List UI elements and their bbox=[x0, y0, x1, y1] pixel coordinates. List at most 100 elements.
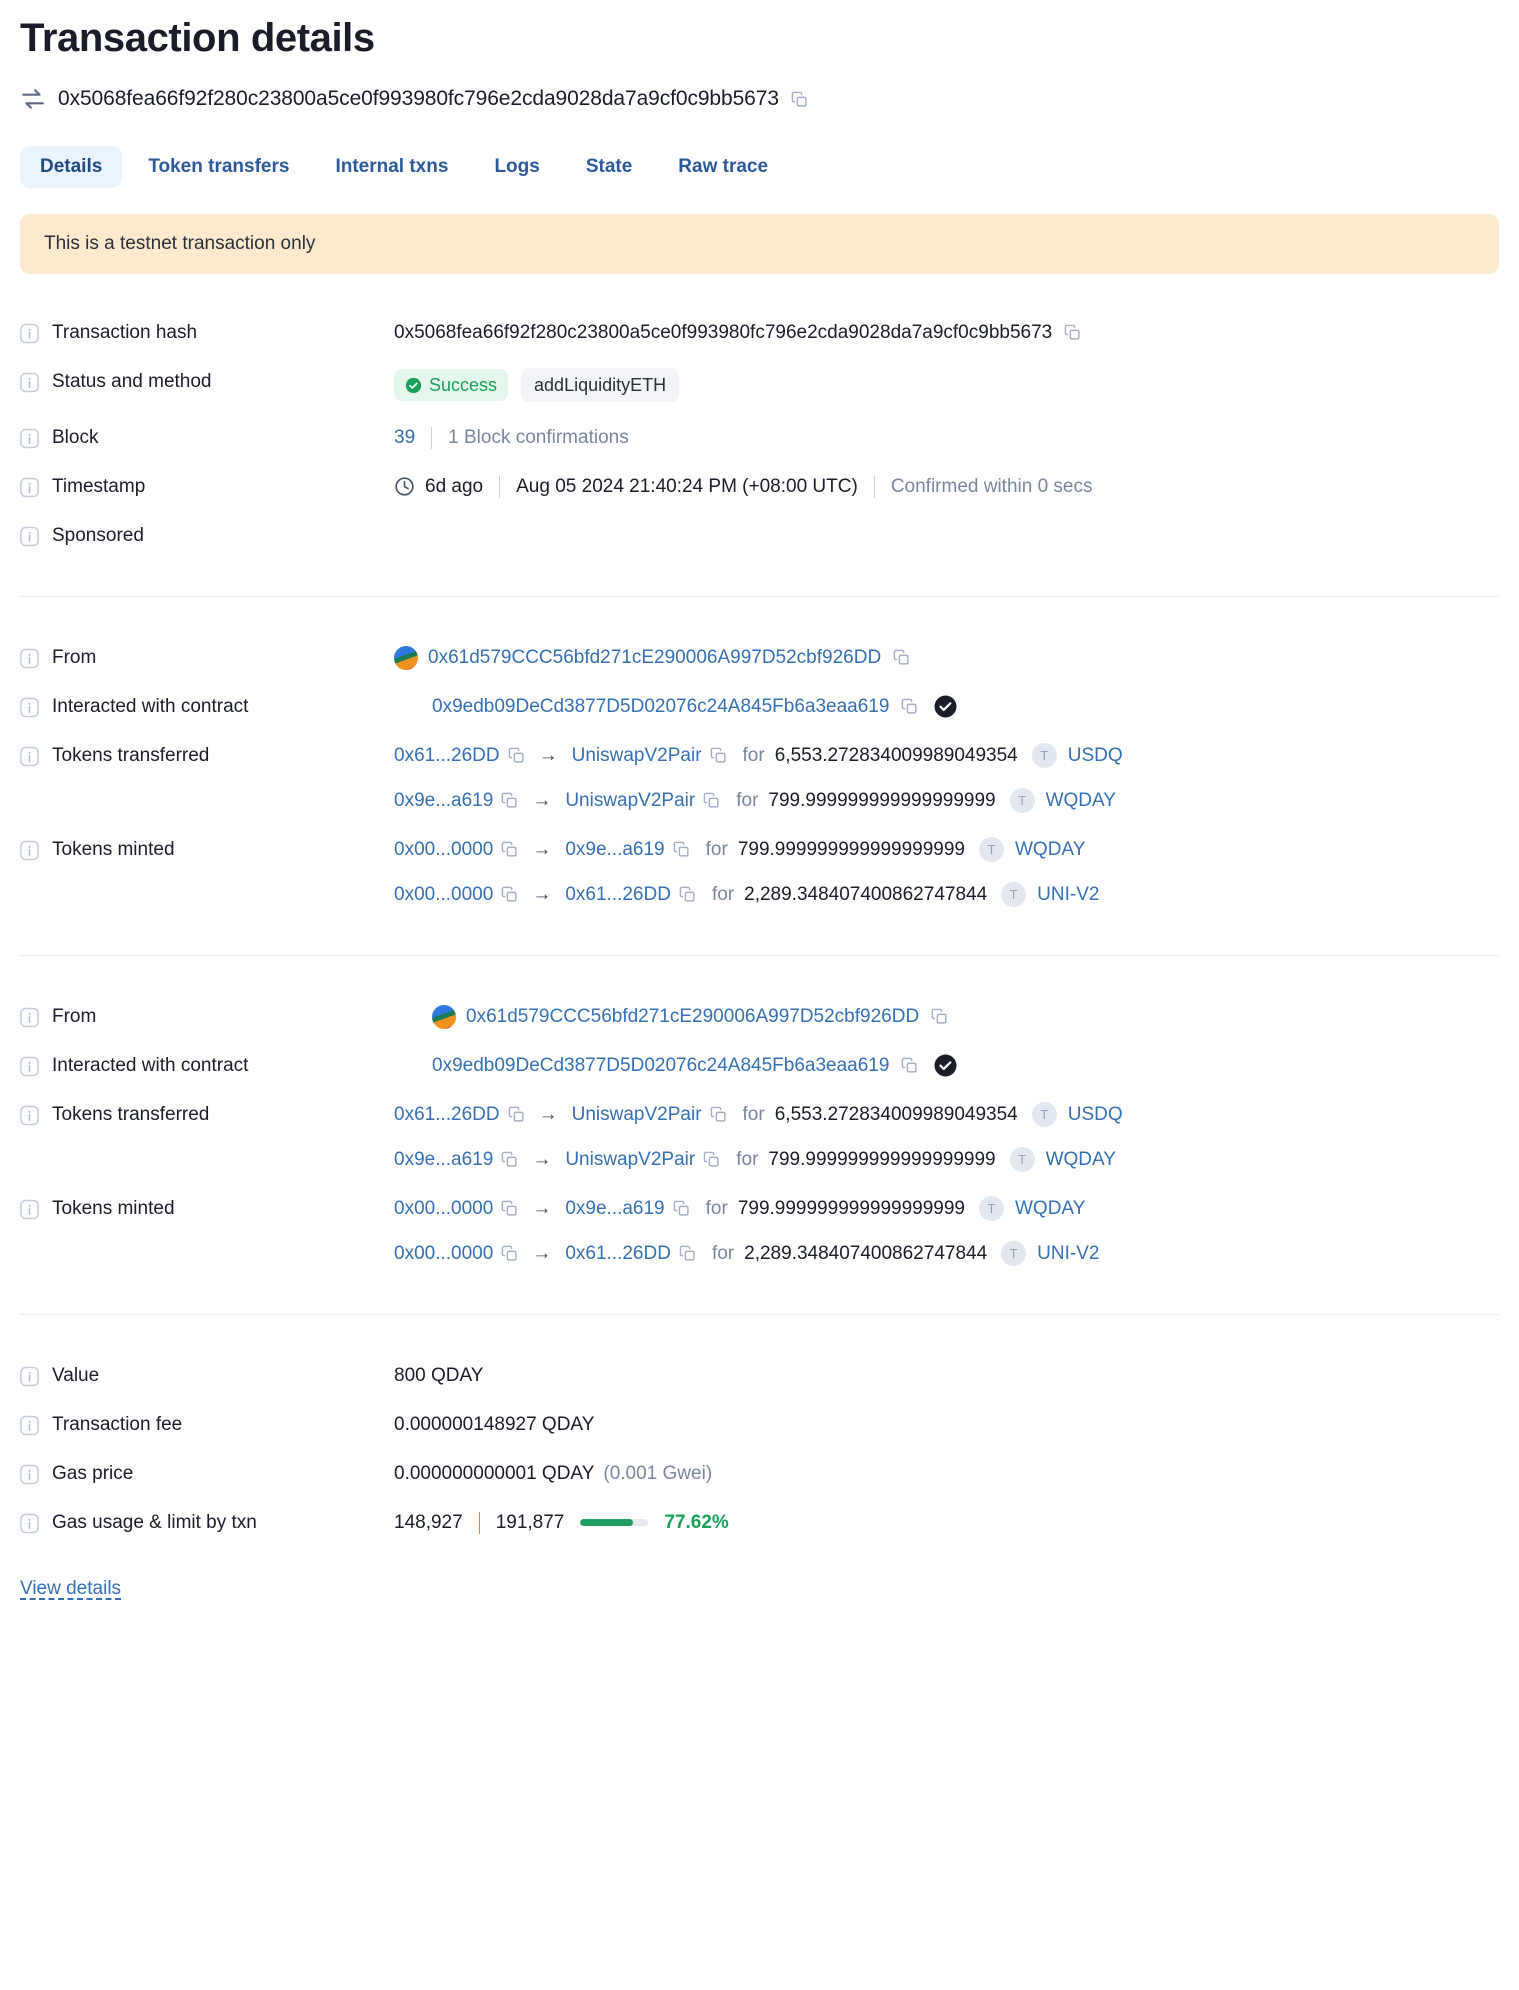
label-interacted-with-contract: Interacted with contract bbox=[52, 696, 249, 717]
transfer-to-link[interactable]: UniswapV2Pair bbox=[565, 1146, 695, 1173]
info-icon[interactable] bbox=[20, 1006, 39, 1029]
copy-icon[interactable] bbox=[679, 886, 696, 903]
token-symbol-link[interactable]: USDQ bbox=[1068, 742, 1123, 769]
transfer-to-link[interactable]: UniswapV2Pair bbox=[572, 742, 702, 769]
transfer-from-link[interactable]: 0x61...26DD bbox=[394, 742, 500, 769]
copy-icon[interactable] bbox=[893, 649, 910, 666]
copy-icon[interactable] bbox=[501, 1200, 518, 1217]
info-icon[interactable] bbox=[20, 476, 39, 499]
mint-from-link[interactable]: 0x00...0000 bbox=[394, 1240, 493, 1267]
token-minted-row: 0x00...0000 → 0x61...26DD for 2,289.3484… bbox=[394, 1240, 1499, 1267]
row-label-tokens-minted: Tokens minted bbox=[20, 1195, 394, 1222]
value-from: 0x61d579CCC56bfd271cE290006A997D52cbf926… bbox=[394, 644, 1499, 671]
copy-icon[interactable] bbox=[703, 1151, 720, 1168]
copy-icon[interactable] bbox=[501, 1151, 518, 1168]
copy-icon[interactable] bbox=[508, 747, 525, 764]
token-transfer-row: 0x61...26DD → UniswapV2Pair for 6,553.27… bbox=[394, 1101, 1499, 1128]
transfer-to-link[interactable]: UniswapV2Pair bbox=[565, 787, 695, 814]
transfer-from-link[interactable]: 0x61...26DD bbox=[394, 1101, 500, 1128]
copy-icon[interactable] bbox=[710, 1106, 727, 1123]
transfer-from-link[interactable]: 0x9e...a619 bbox=[394, 1146, 493, 1173]
token-symbol-link[interactable]: WQDAY bbox=[1046, 1146, 1116, 1173]
info-icon[interactable] bbox=[20, 1365, 39, 1388]
copy-icon[interactable] bbox=[1064, 324, 1081, 341]
info-icon[interactable] bbox=[20, 839, 39, 862]
copy-icon[interactable] bbox=[501, 792, 518, 809]
copy-icon[interactable] bbox=[703, 792, 720, 809]
row-timestamp: Timestamp 6d ago Aug 05 2024 21:40:24 PM… bbox=[20, 462, 1499, 511]
copy-icon[interactable] bbox=[710, 747, 727, 764]
arrow-right-icon: → bbox=[538, 745, 558, 766]
copy-icon[interactable] bbox=[673, 841, 690, 858]
transfer-from-link[interactable]: 0x9e...a619 bbox=[394, 787, 493, 814]
token-symbol-link[interactable]: WQDAY bbox=[1015, 836, 1085, 863]
value-interacted-with-contract: 0x9edb09DeCd3877D5D02076c24A845Fb6a3eaa6… bbox=[394, 693, 1499, 720]
token-symbol-link[interactable]: UNI-V2 bbox=[1037, 881, 1099, 908]
copy-icon[interactable] bbox=[501, 1245, 518, 1262]
transfer-amount: 799.999999999999999999 bbox=[768, 1149, 996, 1170]
value-gas-price: 0.000000000001 QDAY (0.001 Gwei) bbox=[394, 1460, 1499, 1487]
info-icon[interactable] bbox=[20, 1198, 39, 1221]
tab-token-transfers[interactable]: Token transfers bbox=[128, 146, 309, 188]
row-sponsored: Sponsored bbox=[20, 511, 1499, 560]
row-label-status-and-method: Status and method bbox=[20, 368, 394, 395]
mint-to-link[interactable]: 0x9e...a619 bbox=[565, 1195, 664, 1222]
mint-amount: 2,289.348407400862747844 bbox=[744, 1243, 988, 1264]
info-icon[interactable] bbox=[20, 1104, 39, 1127]
token-minted-row: 0x00...0000 → 0x61...26DD for 2,289.3484… bbox=[394, 881, 1499, 908]
copy-icon[interactable] bbox=[501, 841, 518, 858]
token-symbol-link[interactable]: USDQ bbox=[1068, 1101, 1123, 1128]
info-icon[interactable] bbox=[20, 1512, 39, 1535]
info-icon[interactable] bbox=[20, 745, 39, 768]
from-address-link[interactable]: 0x61d579CCC56bfd271cE290006A997D52cbf926… bbox=[428, 644, 881, 671]
copy-icon[interactable] bbox=[901, 698, 918, 715]
tab-logs[interactable]: Logs bbox=[474, 146, 559, 188]
info-icon[interactable] bbox=[20, 1414, 39, 1437]
view-details-link[interactable]: View details bbox=[20, 1577, 121, 1601]
copy-icon[interactable] bbox=[679, 1245, 696, 1262]
token-symbol-link[interactable]: UNI-V2 bbox=[1037, 1240, 1099, 1267]
info-icon[interactable] bbox=[20, 525, 39, 548]
from-address-link[interactable]: 0x61d579CCC56bfd271cE290006A997D52cbf926… bbox=[466, 1003, 919, 1030]
copy-icon[interactable] bbox=[931, 1008, 948, 1025]
info-icon[interactable] bbox=[20, 427, 39, 450]
info-icon[interactable] bbox=[20, 1055, 39, 1078]
contract-address-link[interactable]: 0x9edb09DeCd3877D5D02076c24A845Fb6a3eaa6… bbox=[432, 693, 889, 720]
for-label: for bbox=[711, 1243, 735, 1264]
for-label: for bbox=[736, 1149, 759, 1170]
copy-icon[interactable] bbox=[501, 886, 518, 903]
info-icon[interactable] bbox=[20, 371, 39, 394]
tab-details[interactable]: Details bbox=[20, 146, 123, 188]
token-symbol-link[interactable]: WQDAY bbox=[1046, 787, 1116, 814]
tab-state[interactable]: State bbox=[566, 146, 652, 188]
transfer-to-link[interactable]: UniswapV2Pair bbox=[572, 1101, 702, 1128]
mint-to-link[interactable]: 0x61...26DD bbox=[565, 881, 671, 908]
mint-to-link[interactable]: 0x61...26DD bbox=[565, 1240, 671, 1267]
token-symbol-link[interactable]: WQDAY bbox=[1015, 1195, 1085, 1222]
copy-icon[interactable] bbox=[673, 1200, 690, 1217]
copy-icon[interactable] bbox=[508, 1106, 525, 1123]
token-avatar-icon: T bbox=[979, 1196, 1004, 1221]
mint-from-link[interactable]: 0x00...0000 bbox=[394, 836, 493, 863]
mint-amount: 799.999999999999999999 bbox=[737, 1198, 965, 1219]
contract-address-link[interactable]: 0x9edb09DeCd3877D5D02076c24A845Fb6a3eaa6… bbox=[432, 1052, 889, 1079]
arrow-right-icon: → bbox=[538, 1104, 558, 1125]
row-tokens-minted: Tokens minted 0x00...0000 → 0x9e...a619 … bbox=[20, 1184, 1499, 1278]
info-icon[interactable] bbox=[20, 1463, 39, 1486]
mint-to-link[interactable]: 0x9e...a619 bbox=[565, 836, 664, 863]
copy-icon[interactable] bbox=[791, 91, 808, 108]
info-icon[interactable] bbox=[20, 696, 39, 719]
info-icon[interactable] bbox=[20, 322, 39, 345]
row-transaction-fee: Transaction fee 0.000000148927 QDAY bbox=[20, 1400, 1499, 1449]
tab-internal-txns[interactable]: Internal txns bbox=[315, 146, 468, 188]
copy-icon[interactable] bbox=[901, 1057, 918, 1074]
value-tokens-transferred: 0x61...26DD → UniswapV2Pair for 6,553.27… bbox=[394, 742, 1499, 814]
block-number-link[interactable]: 39 bbox=[394, 424, 415, 451]
row-label-sponsored: Sponsored bbox=[20, 522, 394, 549]
tab-raw-trace[interactable]: Raw trace bbox=[658, 146, 788, 188]
info-icon[interactable] bbox=[20, 647, 39, 670]
value-interacted-with-contract: 0x9edb09DeCd3877D5D02076c24A845Fb6a3eaa6… bbox=[394, 1052, 1499, 1079]
mint-from-link[interactable]: 0x00...0000 bbox=[394, 881, 493, 908]
mint-from-link[interactable]: 0x00...0000 bbox=[394, 1195, 493, 1222]
arrow-right-icon: → bbox=[532, 1149, 552, 1170]
